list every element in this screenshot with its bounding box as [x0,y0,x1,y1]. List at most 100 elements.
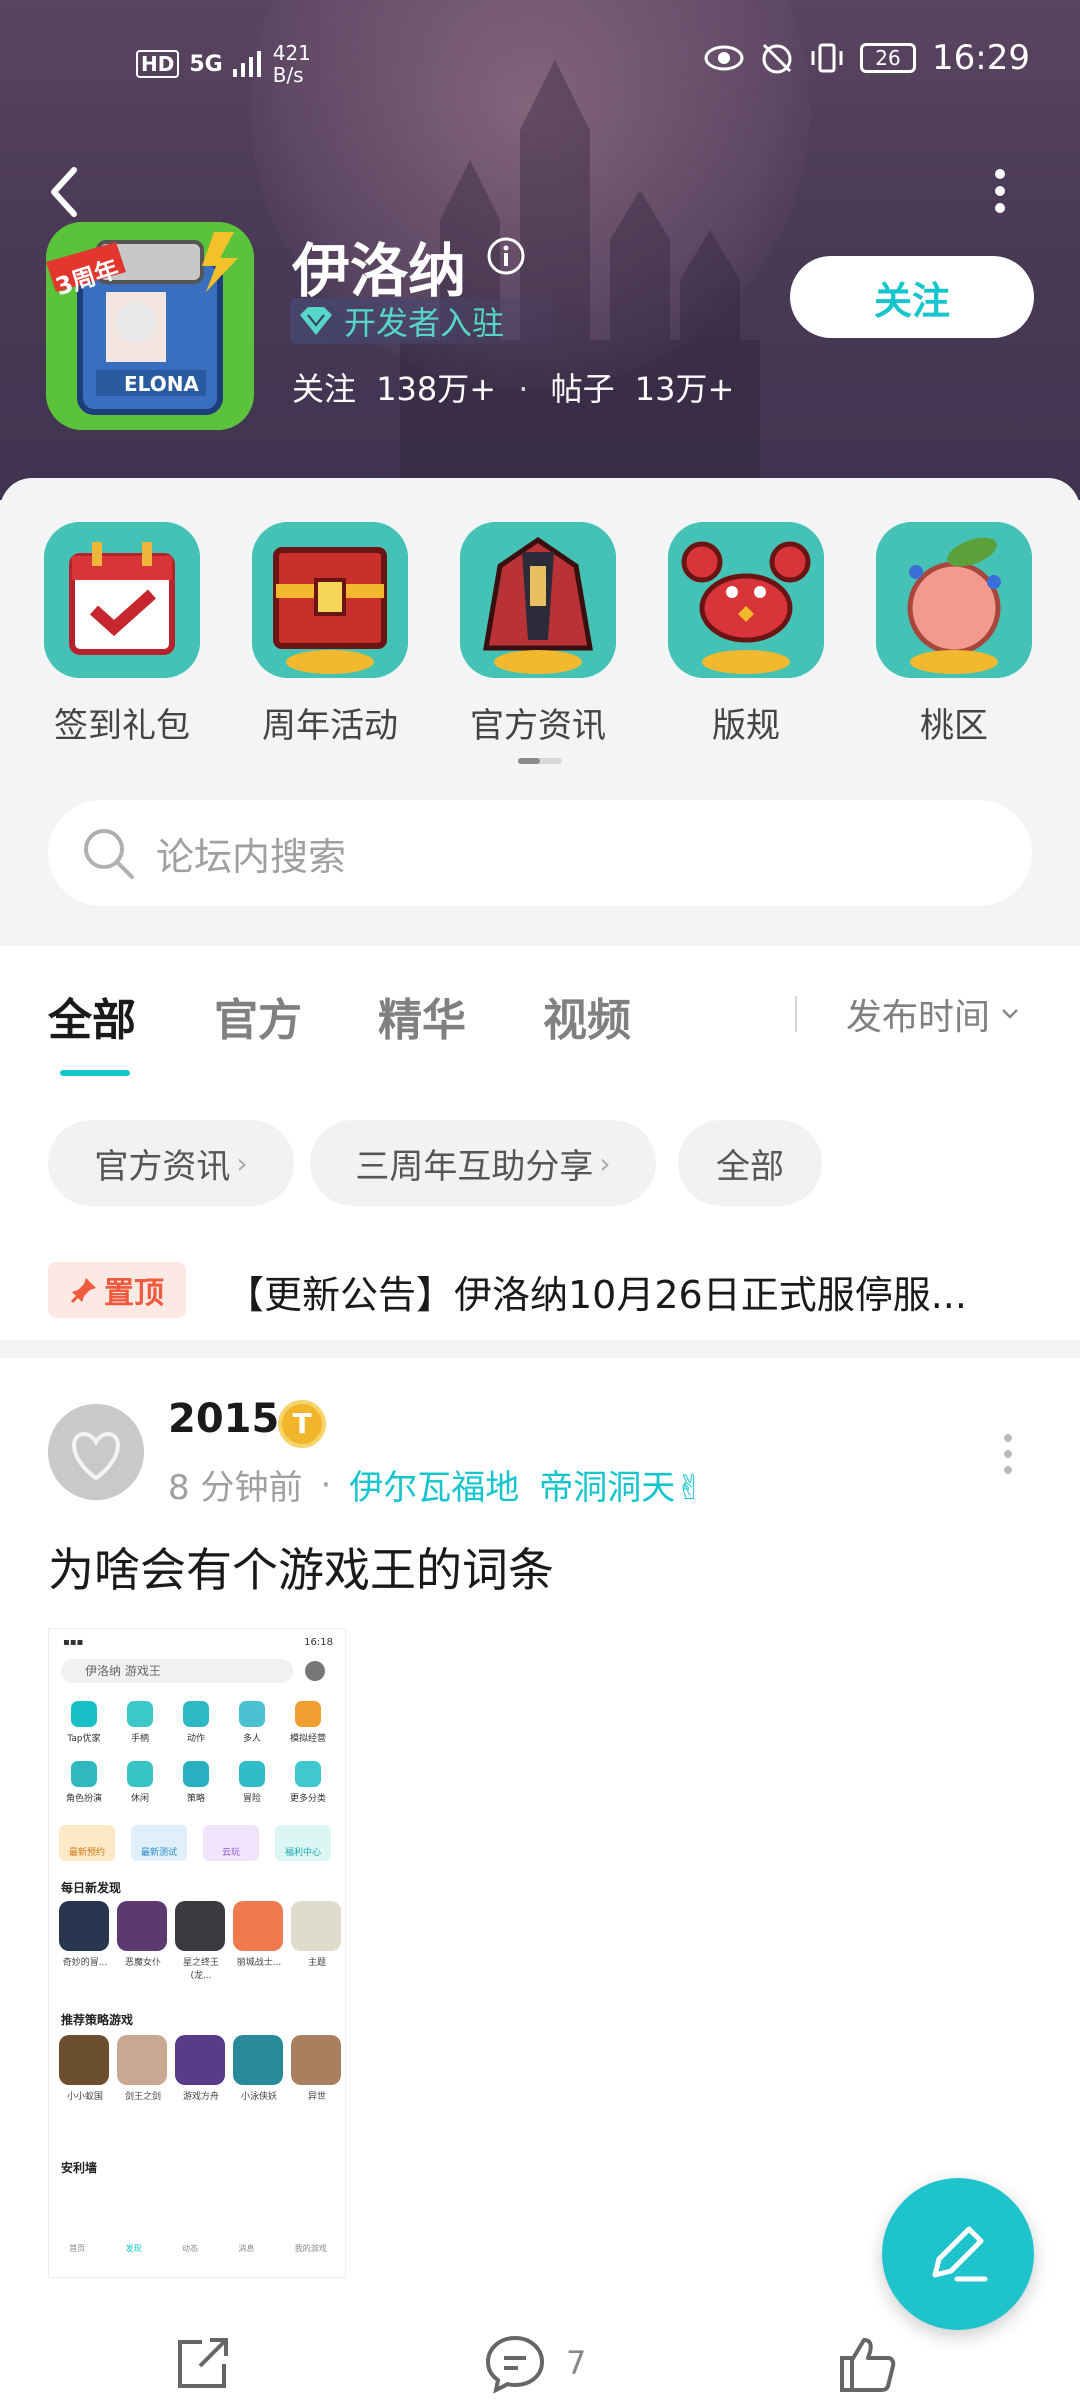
chevron-down-icon [1002,1009,1018,1019]
image-game-label: 小泳侠妖 [240,2092,277,2102]
compose-button[interactable] [882,2178,1034,2330]
eye-icon [704,45,744,71]
image-category: 手柄 [115,1701,165,1744]
image-bottom-nav: 首页 发现 动态 消息 我的游戏 [49,2239,345,2277]
image-category-label: 策略 [186,1794,205,1804]
image-nav-item: 发现 [125,2244,142,2253]
image-game: 剑王之剑 [117,2035,169,2102]
image-category-label: 更多分类 [289,1794,326,1804]
shortcut-label: 桃区 [920,706,988,746]
image-section-title: 安利墙 [61,2161,98,2175]
pinned-badge: 置顶 [48,1262,186,1318]
image-game-label: 奇妙的冒... [62,1958,108,1968]
signal-bars-icon [232,51,261,77]
avatar[interactable] [48,1404,144,1500]
image-game-label: 异世 [307,2092,326,2102]
image-status-bar: ▪▪▪ 16:18 [63,1637,333,1648]
chip-label: 官方资讯 [94,1146,231,1187]
chip-anniversary-share[interactable]: 三周年互助分享 › [310,1120,656,1206]
chip-all[interactable]: 全部 [678,1120,822,1206]
post-title[interactable]: 为啥会有个游戏王的词条 [48,1534,554,1600]
follow-button[interactable]: 关注 [790,256,1034,338]
chip-official-news[interactable]: 官方资讯 › [48,1120,294,1206]
more-vertical-icon[interactable] [998,1432,1018,1476]
pinned-post[interactable]: 置顶 【更新公告】伊洛纳10月26日正式服停服... [0,1250,1080,1330]
image-game: 星之终王(龙... [175,1901,227,1981]
shortcut-checkin[interactable]: 签到礼包 [34,522,210,747]
image-game: 异世 [291,2035,343,2102]
image-nav-item: 消息 [238,2244,255,2253]
image-pill: 云玩 [203,1825,259,1861]
signal-icon: 5G [189,51,223,77]
back-icon[interactable] [44,162,84,222]
image-nav-item: 首页 [69,2244,86,2253]
like-button[interactable] [836,2332,898,2394]
image-game: 小小蚁国 [59,2035,111,2102]
search-input[interactable]: 论坛内搜索 [48,800,1032,906]
image-category: 策略 [171,1761,221,1804]
image-game-label: 主题 [307,1958,326,1968]
developer-badge[interactable]: 开发者入驻 [290,298,554,344]
shortcut-label: 版规 [712,706,780,746]
shortcut-anniversary[interactable]: 周年活动 [242,522,418,747]
chip-label: 全部 [716,1146,784,1187]
chevron-right-icon: › [599,1146,611,1180]
post-image[interactable]: ▪▪▪ 16:18 伊洛纳 游戏王 Tap优家 手柄 动作 多人 模拟经营 角色… [48,1628,346,2278]
image-game-label: 星之终王(龙... [182,1958,219,1981]
image-game-label: 剑王之剑 [124,2092,161,2102]
post-board[interactable]: 伊尔瓦福地 [349,1460,519,1509]
tab-bar: 全部 官方 精华 视频 发布时间 [0,946,1080,1076]
tab-all[interactable]: 全部 [48,984,136,1048]
image-category-label: 多人 [242,1734,261,1744]
divider [795,996,797,1032]
section-separator [0,1340,1080,1358]
forum-header: HD 5G 421 B/s 26 16:29 3周年 ELONA 伊洛纳 开发者… [0,0,1080,500]
alarm-icon [762,43,792,74]
pinned-title: 【更新公告】伊洛纳10月26日正式服停服... [226,1273,967,1317]
tab-official[interactable]: 官方 [214,984,302,1048]
shortcut-news[interactable]: 官方资讯 [450,522,626,747]
chip-label: 三周年互助分享 [355,1146,594,1187]
post-tag[interactable]: 帝洞洞天✌ [539,1460,704,1509]
page-indicator [518,758,562,764]
forum-title: 伊洛纳 [292,237,467,305]
author-name[interactable]: 2015 [168,1396,279,1442]
comment-button[interactable]: 7 [484,2332,586,2394]
shortcut-panel: 签到礼包 周年活动 官方资讯 版规 桃区 论坛内搜索 [0,478,1080,946]
more-vertical-icon[interactable] [990,166,1010,216]
filter-chips: 官方资讯 › 三周年互助分享 › 全部 [0,1120,1080,1206]
share-button[interactable] [172,2332,234,2394]
post-actions: 7 [0,2324,1080,2400]
image-category-label: 冒险 [242,1794,261,1804]
image-game: 主题 [291,1901,343,1968]
image-section-title: 推荐策略游戏 [61,2013,134,2027]
battery-icon: 26 [860,43,917,73]
sort-dropdown[interactable]: 发布时间 [846,988,1020,1040]
image-game: 小泳侠妖 [233,2035,285,2102]
search-placeholder: 论坛内搜索 [156,834,347,879]
image-section-title: 每日新发现 [61,1881,122,1895]
image-category: 更多分类 [283,1761,333,1804]
sort-label: 发布时间 [846,997,991,1038]
post-meta: 8 分钟前 · 伊尔瓦福地 帝洞洞天✌ [168,1460,704,1509]
tab-video[interactable]: 视频 [543,984,631,1048]
tab-featured[interactable]: 精华 [378,984,466,1048]
image-nav-item: 动态 [181,2244,198,2253]
follow-stat-label: 关注 [292,370,357,408]
shortcut-label: 官方资讯 [470,706,606,746]
shortcut-peach[interactable]: 桃区 [866,522,1042,747]
hd-indicator: HD [136,50,180,78]
crab-icon [668,522,824,678]
thumbs-up-icon [840,2338,896,2392]
image-pill: 福利中心 [275,1825,331,1861]
tab-active-indicator [60,1070,130,1076]
image-category-label: 模拟经营 [289,1734,326,1744]
speed-value: 421 [272,41,311,65]
image-game: 游戏方舟 [175,2035,227,2102]
image-game: 丽城战士... [233,1901,285,1968]
info-icon[interactable] [486,236,526,276]
shortcut-rules[interactable]: 版规 [658,522,834,747]
image-avatar [305,1661,325,1681]
network-speed: 421 B/s [273,42,311,86]
comment-count: 7 [566,2344,587,2382]
